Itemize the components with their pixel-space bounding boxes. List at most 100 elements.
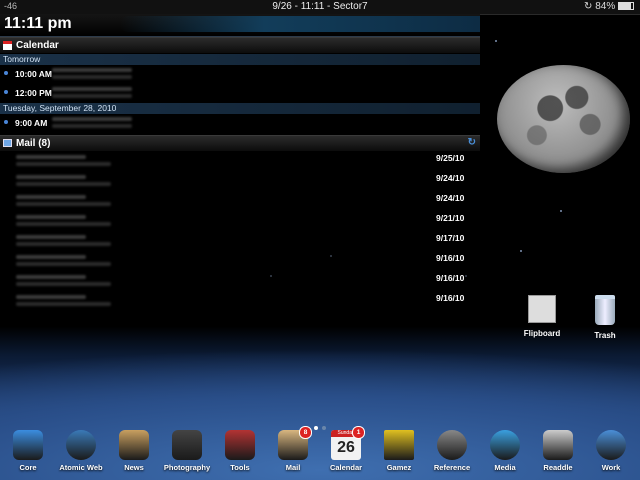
calendar-badge: 1: [352, 426, 365, 439]
globe-icon: [66, 430, 96, 460]
envelope-icon: 8: [278, 426, 312, 460]
dock-item-gamez[interactable]: Gamez: [374, 430, 424, 472]
sender-blurred: [16, 235, 86, 239]
mail-date: 9/16/10: [436, 293, 465, 303]
mail-item[interactable]: 9/16/10: [0, 272, 480, 292]
dock-item-work[interactable]: Work: [586, 430, 636, 472]
lock-rotation-icon: ↻: [584, 1, 593, 12]
house-icon: [596, 430, 626, 460]
dock-label: Tools: [230, 463, 250, 472]
news-icon: [119, 430, 149, 460]
sender-blurred: [16, 255, 86, 259]
dock-label: Reference: [433, 463, 471, 472]
mail-item[interactable]: 9/16/10: [0, 252, 480, 272]
subject-blurred: [16, 302, 111, 306]
mail-date: 9/24/10: [436, 193, 465, 203]
flipboard-app[interactable]: Flipboard: [517, 295, 567, 338]
calendar-event[interactable]: 9:00 AM: [0, 114, 480, 133]
mail-item[interactable]: 9/25/10: [0, 152, 480, 172]
flipboard-label: Flipboard: [523, 329, 561, 338]
mail-item[interactable]: 9/24/10: [0, 172, 480, 192]
battery-indicator: ↻ 84%: [584, 1, 634, 12]
dock-label: Media: [494, 463, 516, 472]
event-time: 10:00 AM: [15, 69, 53, 79]
event-dot: [4, 120, 8, 124]
sender-blurred: [16, 215, 86, 219]
mail-title: Mail (8): [16, 138, 51, 149]
mail-date: 9/25/10: [436, 153, 465, 163]
refresh-icon[interactable]: ↻: [468, 137, 476, 148]
dock-label: Calendar: [329, 463, 363, 472]
mail-date: 9/16/10: [436, 253, 465, 263]
dock-item-media[interactable]: Media: [480, 430, 530, 472]
dock-label: Readdle: [543, 463, 573, 472]
moon-image: [497, 65, 630, 173]
status-title: 9/26 - 11:11 - Sector7: [272, 1, 368, 12]
subject-blurred: [16, 202, 111, 206]
star: [560, 210, 562, 212]
apple-icon: [13, 430, 43, 460]
event-time: 9:00 AM: [15, 118, 48, 128]
documents-icon: [543, 430, 573, 460]
magnifier-icon: [437, 430, 467, 460]
day-header: Tomorrow: [0, 54, 480, 65]
subject-blurred: [16, 222, 111, 226]
play-icon: [490, 430, 520, 460]
dock-label: Photography: [163, 463, 211, 472]
clock-time: 11:11 pm: [4, 15, 72, 32]
day-header: Tuesday, September 28, 2010: [0, 103, 480, 114]
dock: Core Atomic Web News Photography Tools 8…: [0, 426, 640, 480]
event-dot: [4, 71, 8, 75]
tools-icon: [225, 430, 255, 460]
mail-item[interactable]: 9/16/10: [0, 292, 480, 312]
clock-glow: [120, 16, 480, 32]
subject-blurred: [16, 182, 111, 186]
sender-blurred: [16, 295, 86, 299]
sender-blurred: [16, 175, 86, 179]
calendar-event[interactable]: 12:00 PM: [0, 84, 480, 103]
mail-badge: 8: [299, 426, 312, 439]
dock-item-photography[interactable]: Photography: [162, 430, 212, 472]
trash-label: Trash: [594, 331, 616, 340]
mail-item[interactable]: 9/17/10: [0, 232, 480, 252]
dock-item-core[interactable]: Core: [3, 430, 53, 472]
event-details-blurred: [52, 117, 132, 121]
mail-item[interactable]: 9/24/10: [0, 192, 480, 212]
dock-item-reference[interactable]: Reference: [427, 430, 477, 472]
calendar-title: Calendar: [16, 40, 59, 51]
mail-header[interactable]: Mail (8) ↻: [0, 135, 480, 152]
mail-list: 9/25/10 9/24/10 9/24/10 9/21/10 9/17/10 …: [0, 152, 480, 312]
mail-icon: [3, 139, 12, 147]
calendar-header[interactable]: Calendar: [0, 37, 480, 54]
calendar-event[interactable]: 10:00 AM: [0, 65, 480, 84]
dock-label: News: [124, 463, 144, 472]
info-panel: 11:11 pm Calendar Tomorrow 10:00 AM 12:0…: [0, 14, 480, 318]
mail-item[interactable]: 9/21/10: [0, 212, 480, 232]
flipboard-icon: [528, 295, 556, 323]
sender-blurred: [16, 155, 86, 159]
battery-percent: 84%: [595, 1, 616, 12]
dock-label: Work: [601, 463, 621, 472]
sender-blurred: [16, 275, 86, 279]
mail-date: 9/24/10: [436, 173, 465, 183]
event-time: 12:00 PM: [15, 88, 52, 98]
dock-label: Core: [19, 463, 37, 472]
event-dot: [4, 90, 8, 94]
clock-widget: 11:11 pm: [0, 14, 480, 37]
trash-app[interactable]: Trash: [580, 295, 630, 340]
mail-date: 9/21/10: [436, 213, 465, 223]
subject-blurred: [16, 282, 111, 286]
dock-item-calendar[interactable]: Sunday 26 1 Calendar: [321, 426, 371, 472]
blocks-icon: [384, 430, 414, 460]
subject-blurred: [16, 242, 111, 246]
dock-item-news[interactable]: News: [109, 430, 159, 472]
calendar-icon: [3, 41, 12, 50]
calendar-icon: Sunday 26 1: [331, 426, 365, 460]
dock-item-readdle[interactable]: Readdle: [533, 430, 583, 472]
subject-blurred: [16, 162, 111, 166]
mail-date: 9/16/10: [436, 273, 465, 283]
dock-item-tools[interactable]: Tools: [215, 430, 265, 472]
star: [520, 250, 522, 252]
dock-item-atomic-web[interactable]: Atomic Web: [56, 430, 106, 472]
dock-item-mail[interactable]: 8 Mail: [268, 426, 318, 472]
